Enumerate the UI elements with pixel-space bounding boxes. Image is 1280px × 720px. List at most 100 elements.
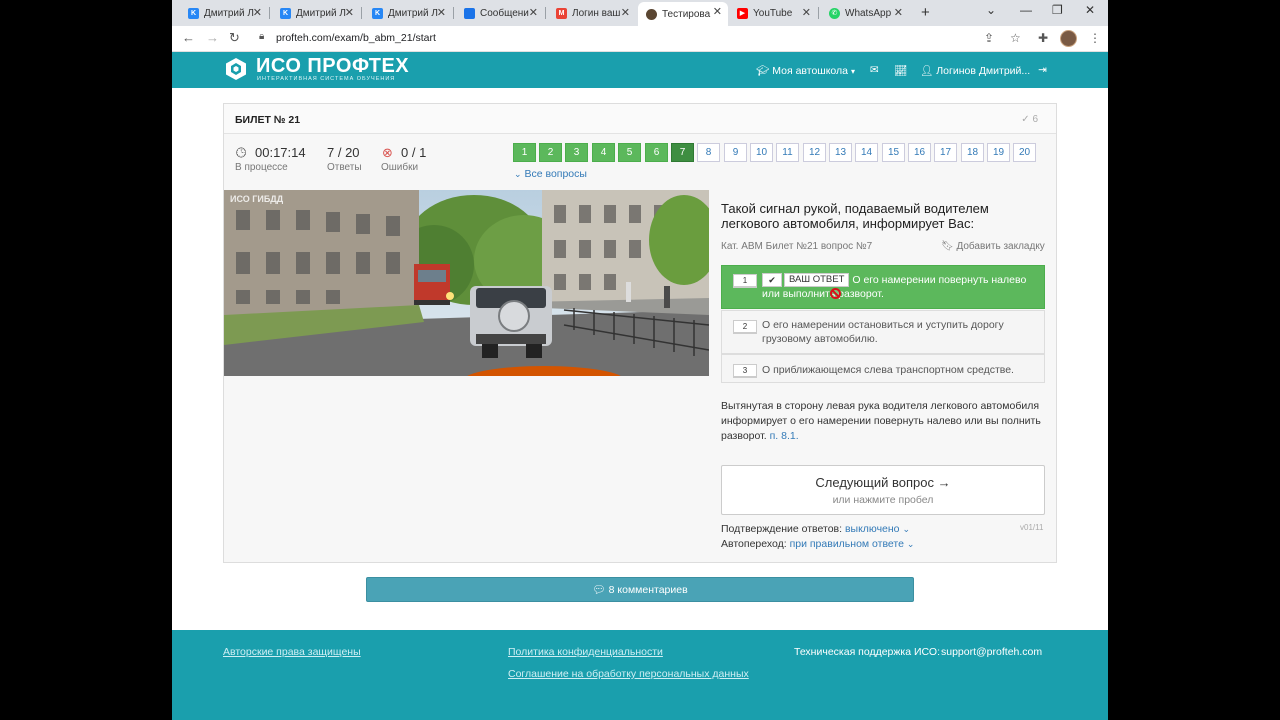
- chevron-down-icon[interactable]: ⌄: [902, 524, 910, 534]
- errors-value: 0 / 1: [401, 145, 427, 160]
- browser-tab[interactable]: Сообщени ✕: [456, 3, 544, 23]
- star-icon[interactable]: ☆: [1010, 31, 1021, 45]
- check-icon: ✔: [762, 273, 782, 287]
- error-circle-icon: ⊗: [382, 145, 393, 160]
- close-tab-icon[interactable]: ✕: [802, 6, 811, 19]
- question-number-1[interactable]: 1: [513, 143, 536, 162]
- back-arrow-icon[interactable]: ←: [182, 30, 195, 45]
- confirm-answers-setting: Подтверждение ответов: выключено ⌄: [721, 523, 910, 535]
- answer-text: О его намерении остановиться и уступить …: [762, 319, 1004, 345]
- timer-value: 00:17:14: [255, 145, 306, 160]
- version-label: v01/11: [1020, 523, 1044, 532]
- forward-arrow-icon[interactable]: →: [206, 30, 219, 45]
- restore-icon[interactable]: ❐: [1052, 3, 1063, 17]
- ticket-title: БИЛЕТ № 21: [235, 114, 301, 126]
- question-number-3[interactable]: 3: [565, 143, 588, 162]
- data-agreement-link[interactable]: Соглашение на обработку персональных дан…: [508, 668, 749, 680]
- reload-icon[interactable]: ↻: [229, 30, 240, 46]
- browser-tab-active[interactable]: Тестирова ✕: [638, 2, 728, 26]
- logo-icon[interactable]: [224, 57, 248, 81]
- url-input[interactable]: profteh.com/exam/b_abm_21/start: [276, 32, 436, 44]
- stats-chart-icon[interactable]: 📈︎: [894, 64, 907, 77]
- user-icon: 👤︎: [920, 65, 934, 77]
- browser-tab[interactable]: ▶ YouTube ✕: [729, 3, 817, 23]
- mail-icon[interactable]: ✉: [870, 64, 879, 76]
- next-question-button[interactable]: Следующий вопрос → или нажмите пробел: [721, 465, 1045, 515]
- check-count: ✓ 6: [1021, 114, 1038, 125]
- close-tab-icon[interactable]: ✕: [253, 6, 262, 19]
- browser-tab[interactable]: M Логин ваш ✕: [548, 3, 636, 23]
- question-number-15[interactable]: 15: [882, 143, 905, 162]
- browser-tab[interactable]: ✆ WhatsApp ✕: [821, 3, 909, 23]
- vk-icon: K: [372, 7, 383, 19]
- privacy-policy-link[interactable]: Политика конфиденциальности: [508, 646, 663, 658]
- question-number-5[interactable]: 5: [618, 143, 641, 162]
- logout-icon[interactable]: ⇥: [1038, 64, 1047, 76]
- question-image: ИСО ГИБДД: [224, 190, 709, 376]
- question-number-6[interactable]: 6: [645, 143, 668, 162]
- card-header: БИЛЕТ № 21 ✓ 6: [224, 104, 1056, 134]
- confirm-answers-dropdown[interactable]: выключено: [845, 523, 900, 535]
- site-footer: Авторские права защищены Политика конфид…: [172, 630, 1108, 720]
- support-email-link[interactable]: support@profteh.com: [941, 646, 1042, 658]
- answer-option-3[interactable]: 3 О приближающемся слева транспортном ср…: [721, 354, 1045, 383]
- share-icon[interactable]: ⇪: [984, 31, 994, 45]
- browser-tab[interactable]: K Дмитрий Л ✕: [272, 3, 360, 23]
- question-number-11[interactable]: 11: [776, 143, 799, 162]
- question-number-14[interactable]: 14: [855, 143, 878, 162]
- new-tab-icon[interactable]: +: [921, 4, 930, 21]
- question-text: Такой сигнал рукой, подаваемый водителем…: [721, 201, 989, 231]
- profile-avatar[interactable]: [1060, 30, 1077, 47]
- auto-advance-dropdown[interactable]: при правильном ответе: [790, 538, 904, 550]
- close-tab-icon[interactable]: ✕: [713, 5, 722, 18]
- close-tab-icon[interactable]: ✕: [894, 6, 903, 19]
- graduation-cap-icon: 🎓︎: [756, 65, 770, 77]
- add-bookmark-button[interactable]: 🔖︎ Добавить закладку: [941, 241, 1045, 252]
- question-number-7[interactable]: 7: [671, 143, 694, 162]
- support-label: Техническая поддержка ИСО:: [794, 646, 940, 658]
- question-number-20[interactable]: 20: [1013, 143, 1036, 162]
- answer-number: 2: [733, 320, 757, 334]
- extensions-icon[interactable]: ✚: [1038, 31, 1048, 45]
- chevron-down-icon[interactable]: ⌄: [907, 539, 915, 549]
- close-tab-icon[interactable]: ✕: [437, 6, 446, 19]
- answer-option-2[interactable]: 2 О его намерении остановиться и уступит…: [721, 310, 1045, 354]
- site-favicon-icon: [646, 8, 657, 20]
- comments-icon: 💬︎: [592, 584, 606, 596]
- question-number-16[interactable]: 16: [908, 143, 931, 162]
- question-number-8[interactable]: 8: [697, 143, 720, 162]
- close-tab-icon[interactable]: ✕: [621, 6, 630, 19]
- answer-option-1[interactable]: 1 ✔ ВАШ ОТВЕТ О его намерении повернуть на…: [721, 265, 1045, 309]
- auto-advance-setting: Автопереход: при правильном ответе ⌄: [721, 538, 915, 550]
- copyright-link[interactable]: Авторские права защищены: [223, 646, 361, 658]
- answer-number: 3: [733, 364, 757, 378]
- question-number-18[interactable]: 18: [961, 143, 984, 162]
- errors-label: Ошибки: [381, 162, 419, 173]
- question-number-10[interactable]: 10: [750, 143, 773, 162]
- image-watermark: ИСО ГИБДД: [230, 194, 284, 204]
- question-number-17[interactable]: 17: [934, 143, 957, 162]
- question-number-4[interactable]: 4: [592, 143, 615, 162]
- tab-search-chevron-icon[interactable]: ⌄: [986, 3, 996, 17]
- close-window-icon[interactable]: ✕: [1085, 3, 1095, 17]
- not-allowed-cursor-icon: [830, 288, 841, 299]
- close-tab-icon[interactable]: ✕: [345, 6, 354, 19]
- logo-text[interactable]: ИСО ПРОФТЕХ: [256, 55, 409, 78]
- question-number-13[interactable]: 13: [829, 143, 852, 162]
- question-number-19[interactable]: 19: [987, 143, 1010, 162]
- minimize-icon[interactable]: —: [1020, 3, 1032, 17]
- close-tab-icon[interactable]: ✕: [529, 6, 538, 19]
- rule-reference-link[interactable]: п. 8.1.: [770, 430, 799, 442]
- question-number-2[interactable]: 2: [539, 143, 562, 162]
- user-menu[interactable]: 👤︎ Логинов Дмитрий...: [920, 64, 1030, 77]
- browser-tab[interactable]: K Дмитрий Л ✕: [364, 3, 452, 23]
- lock-icon[interactable]: 🔒︎: [259, 31, 264, 42]
- comments-button[interactable]: 💬︎ 8 комментариев: [366, 577, 914, 602]
- question-number-9[interactable]: 9: [724, 143, 747, 162]
- browser-tab[interactable]: K Дмитрий Л ✕: [180, 3, 268, 23]
- all-questions-toggle[interactable]: ⌄ Все вопросы: [514, 168, 587, 180]
- browser-window: K Дмитрий Л ✕ K Дмитрий Л ✕ K Дмитрий Л …: [172, 0, 1108, 720]
- menu-dots-icon[interactable]: ⋮: [1089, 31, 1101, 45]
- question-number-12[interactable]: 12: [803, 143, 826, 162]
- my-school-menu[interactable]: 🎓︎ Моя автошкола ▾: [756, 64, 855, 77]
